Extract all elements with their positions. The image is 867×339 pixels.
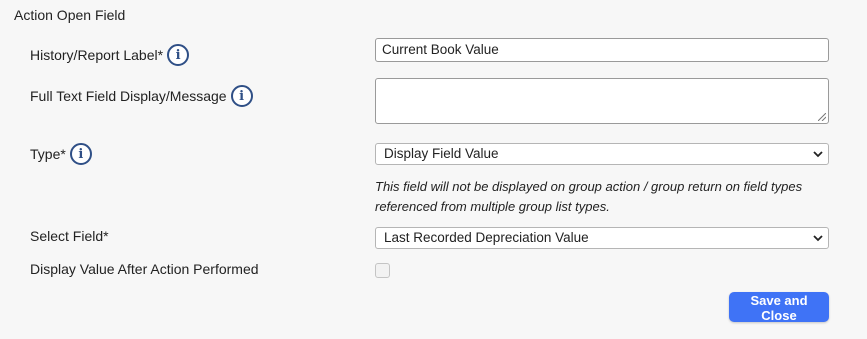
- select-field-select[interactable]: Last Recorded Depreciation Value: [375, 227, 829, 249]
- resize-grip-icon[interactable]: [818, 113, 826, 121]
- type-label: Type*: [30, 146, 66, 162]
- display-after-action-checkbox[interactable]: [375, 263, 390, 278]
- info-icon[interactable]: i: [167, 44, 190, 66]
- display-after-action-label-row: Display Value After Action Performed: [30, 261, 259, 277]
- chevron-down-icon: [813, 144, 823, 164]
- chevron-down-icon: [813, 228, 823, 248]
- display-after-action-label: Display Value After Action Performed: [30, 261, 259, 277]
- type-label-row: Type* i: [30, 143, 92, 165]
- select-field-label-row: Select Field*: [30, 228, 109, 244]
- full-text-label: Full Text Field Display/Message: [30, 88, 227, 104]
- history-label-row: History/Report Label* i: [30, 44, 190, 66]
- save-and-close-button[interactable]: Save and Close: [729, 292, 829, 323]
- info-icon[interactable]: i: [230, 85, 253, 107]
- history-label-input[interactable]: Current Book Value: [375, 38, 829, 62]
- history-label: History/Report Label*: [30, 47, 164, 63]
- type-note: This field will not be displayed on grou…: [375, 179, 803, 214]
- type-select-value: Display Field Value: [384, 146, 499, 161]
- full-text-textarea[interactable]: [375, 78, 829, 124]
- select-field-label: Select Field*: [30, 228, 109, 244]
- info-icon[interactable]: i: [69, 143, 92, 165]
- section-title: Action Open Field: [14, 7, 126, 23]
- full-text-label-row: Full Text Field Display/Message i: [30, 85, 253, 107]
- select-field-value: Last Recorded Depreciation Value: [384, 230, 589, 245]
- type-select[interactable]: Display Field Value: [375, 143, 829, 165]
